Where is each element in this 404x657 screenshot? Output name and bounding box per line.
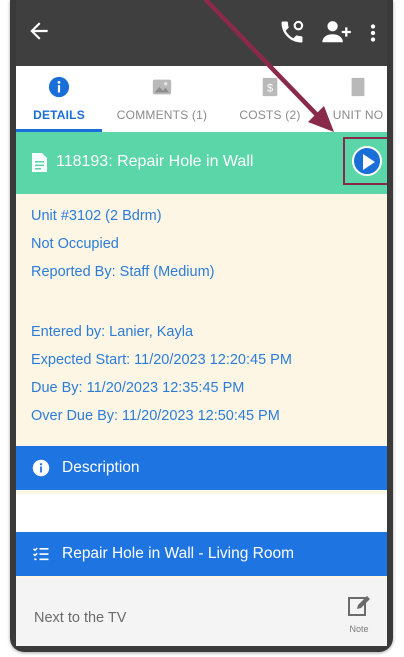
tab-label: UNIT NO <box>332 108 384 122</box>
task-note-text: Next to the TV <box>34 610 127 626</box>
due-by: Due By: 11/20/2023 12:35:45 PM <box>31 380 245 396</box>
description-label: Description <box>62 459 140 476</box>
phone-call-icon[interactable] <box>278 18 306 46</box>
note-button-label: Note <box>349 624 369 634</box>
tab-label: COMMENTS (1) <box>116 108 208 122</box>
info-icon <box>32 459 50 477</box>
document-icon <box>32 153 47 172</box>
person-add-icon[interactable] <box>320 18 352 46</box>
note-button[interactable]: Note <box>344 594 374 638</box>
work-order-header: 118193: Repair Hole in Wall <box>16 132 387 194</box>
tab-label: DETAILS <box>33 108 85 122</box>
entered-by: Entered by: Lanier, Kayla <box>31 324 194 340</box>
task-note-area: Next to the TV Note <box>16 578 387 646</box>
checklist-icon <box>32 547 49 561</box>
work-order-details: Unit #3102 (2 Bdrm) Not Occupied Reporte… <box>16 194 387 424</box>
description-body <box>16 494 387 534</box>
play-button-highlight <box>343 137 387 185</box>
start-work-button[interactable] <box>352 146 382 176</box>
occupancy-status: Not Occupied <box>31 236 119 252</box>
info-icon <box>48 76 70 98</box>
receipt-icon: $ <box>262 77 278 97</box>
tab-costs[interactable]: $ COSTS (2) <box>222 66 318 132</box>
play-icon <box>363 154 375 170</box>
task-label: Repair Hole in Wall - Living Room <box>62 545 295 562</box>
tab-label: COSTS (2) <box>239 108 301 122</box>
expected-start: Expected Start: 11/20/2023 12:20:45 PM <box>31 352 292 368</box>
over-due-by: Over Due By: 11/20/2023 12:50:45 PM <box>31 408 280 424</box>
document-icon <box>351 77 365 97</box>
description-section-header[interactable]: Description <box>16 446 387 490</box>
arrow-left-icon[interactable] <box>26 18 52 44</box>
unit-info: Unit #3102 (2 Bdrm) <box>31 208 162 224</box>
work-order-title: 118193: Repair Hole in Wall <box>56 153 254 170</box>
more-vertical-icon[interactable] <box>366 20 380 46</box>
edit-note-icon <box>348 596 370 616</box>
phone-frame: DETAILS COMMENTS (1) $ COSTS (2) UNIT NO… <box>10 0 393 652</box>
tab-bar: DETAILS COMMENTS (1) $ COSTS (2) UNIT NO <box>16 66 387 133</box>
tab-comments[interactable]: COMMENTS (1) <box>102 66 222 132</box>
task-section-header[interactable]: Repair Hole in Wall - Living Room <box>16 532 387 576</box>
tab-unit-notes[interactable]: UNIT NO <box>318 66 387 132</box>
tab-details[interactable]: DETAILS <box>16 66 102 132</box>
app-screen: DETAILS COMMENTS (1) $ COSTS (2) UNIT NO… <box>16 0 387 646</box>
reported-by: Reported By: Staff (Medium) <box>31 264 215 280</box>
image-icon <box>152 79 172 95</box>
svg-text:$: $ <box>267 83 273 95</box>
app-bar <box>16 0 387 66</box>
